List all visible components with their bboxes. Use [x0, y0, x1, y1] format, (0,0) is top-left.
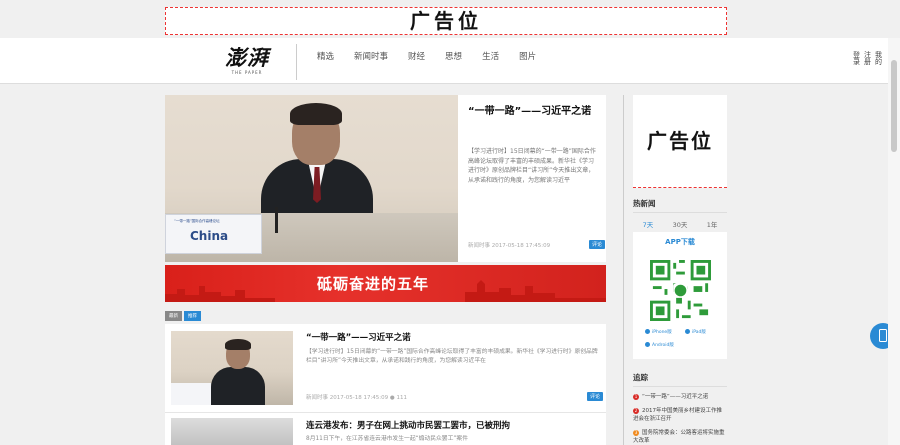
- tab-30days[interactable]: 30天: [673, 219, 688, 229]
- rank-item-text: 国务院常委会：公路客运将实施重大改革: [633, 430, 725, 444]
- qr-code-icon: [650, 260, 711, 321]
- user-links: 登录 注册 我的: [853, 52, 882, 66]
- nav-item-featured[interactable]: 精选: [317, 50, 334, 62]
- tab-1year[interactable]: 1年: [707, 219, 718, 229]
- app-download-box: APP下载 iPhone版 iPad版 Android版: [633, 232, 727, 359]
- nav-item-news[interactable]: 新闻时事: [354, 50, 388, 62]
- tab-7days[interactable]: 7天: [643, 219, 654, 229]
- logo-text: 澎湃: [225, 45, 269, 70]
- list-tabs: 最新 推荐: [165, 311, 201, 321]
- iphone-label: iPhone版: [652, 330, 672, 335]
- thumb-person-hair: [225, 339, 251, 350]
- rank-number-icon: 2: [633, 407, 639, 414]
- hero-person-hair: [290, 103, 342, 125]
- list-item-summary: 8月11日下午，在江苏省连云港市发生一起“煽动民众罢工”案件: [306, 436, 468, 442]
- rank-number-icon: 3: [633, 429, 639, 436]
- nameplate-caption: “一带一路”国际合作高峰论坛: [174, 219, 220, 223]
- nav-item-life[interactable]: 生活: [482, 50, 499, 62]
- ipad-icon: [685, 329, 690, 334]
- hero-summary: 【学习进行时】15日闭幕的“一带一路”国际合作高峰论坛取得了丰富的丰硕成果。新华…: [468, 148, 596, 184]
- list-item-title[interactable]: “一带一路”——习近平之诺: [306, 331, 411, 343]
- android-download-link[interactable]: Android版: [645, 342, 674, 348]
- list-item-title[interactable]: 连云港发布：男子在网上挑动市民罢工罢市，已被刑拘: [306, 419, 510, 431]
- tracking-box: 追踪 1 “一带一路”——习近平之诺 2 2017年中国美丽乡村建设工作推进会在浙江…: [633, 372, 727, 445]
- thumb-nameplate: [171, 383, 211, 405]
- app-download-title: APP下载: [665, 238, 695, 246]
- hero-comment-badge[interactable]: 评论: [589, 240, 606, 249]
- hot-news-box: 热新闻 7天 30天 1年: [633, 198, 727, 233]
- login-link[interactable]: 登录: [853, 52, 860, 66]
- phone-icon: [879, 329, 887, 342]
- sidebar-divider: [623, 95, 624, 445]
- apple-icon: [645, 329, 650, 334]
- android-icon: [645, 342, 650, 347]
- list-item-image[interactable]: [171, 418, 293, 445]
- tracking-title: 追踪: [633, 372, 727, 387]
- hero-image[interactable]: “一带一路”国际合作高峰论坛 China: [165, 95, 458, 262]
- logo-subtitle: THE PAPER: [231, 70, 263, 75]
- promo-banner[interactable]: 砥砺奋进的五年: [165, 265, 606, 302]
- nav-item-finance[interactable]: 财经: [408, 50, 425, 62]
- rank-number-icon: 1: [633, 393, 639, 400]
- rank-item[interactable]: 3 国务院常委会：公路客运将实施重大改革: [633, 429, 727, 445]
- android-label: Android版: [652, 343, 674, 348]
- banner-text: 砥砺奋进的五年: [317, 275, 430, 293]
- site-logo[interactable]: 澎湃 THE PAPER: [221, 46, 273, 78]
- list-item-badge[interactable]: 评论: [587, 392, 604, 401]
- top-ad-banner[interactable]: 广告位: [165, 7, 727, 35]
- hot-news-title: 热新闻: [633, 198, 727, 213]
- iphone-download-link[interactable]: iPhone版: [645, 329, 672, 335]
- ipad-download-link[interactable]: iPad版: [685, 329, 706, 335]
- site-header: 澎湃 THE PAPER 精选 新闻时事 财经 思想 生活 图片 登录 注册 我…: [0, 38, 900, 84]
- nameplate-text: China: [190, 229, 229, 243]
- list-item[interactable]: 连云港发布：男子在网上挑动市民罢工罢市，已被刑拘 8月11日下午，在江苏省连云港…: [165, 413, 606, 445]
- hero-title[interactable]: “一带一路”——习近平之诺: [468, 104, 598, 120]
- rank-item[interactable]: 2 2017年中国美丽乡村建设工作推进会在浙江召开: [633, 407, 727, 423]
- nav-item-photos[interactable]: 图片: [519, 50, 536, 62]
- hero-story[interactable]: “一带一路”国际合作高峰论坛 China “一带一路”——习近平之诺 【学习进行…: [165, 95, 606, 262]
- hero-meta: 新闻时事 2017-05-18 17:45:09: [468, 243, 551, 249]
- list-item-image[interactable]: [171, 331, 293, 405]
- nav-item-thought[interactable]: 思想: [445, 50, 462, 62]
- register-link[interactable]: 注册: [864, 52, 871, 66]
- list-item[interactable]: “一带一路”——习近平之诺 【学习进行时】15日闭幕的“一带一路”国际合作高峰论…: [165, 324, 606, 412]
- hot-news-tabs: 7天 30天 1年: [633, 219, 727, 233]
- microphone: [275, 207, 278, 233]
- rank-item-text: 2017年中国美丽乡村建设工作推进会在浙江召开: [633, 408, 722, 422]
- sidebar-ad[interactable]: 广告位: [633, 95, 727, 188]
- scrollbar-thumb[interactable]: [891, 60, 897, 152]
- news-list: “一带一路”——习近平之诺 【学习进行时】15日闭幕的“一带一路”国际合作高峰论…: [165, 324, 606, 445]
- rank-item[interactable]: 1 “一带一路”——习近平之诺: [633, 393, 727, 401]
- hero-info: “一带一路”——习近平之诺 【学习进行时】15日闭幕的“一带一路”国际合作高峰论…: [458, 95, 606, 262]
- main-nav: 精选 新闻时事 财经 思想 生活 图片: [317, 50, 556, 62]
- tab-latest[interactable]: 最新: [165, 311, 182, 321]
- rank-item-text: “一带一路”——习近平之诺: [642, 394, 709, 400]
- list-item-summary: 【学习进行时】15日闭幕的“一带一路”国际合作高峰论坛取得了丰富的丰硕成果。新华…: [306, 349, 598, 364]
- ipad-label: iPad版: [692, 330, 706, 335]
- nameplate: “一带一路”国际合作高峰论坛 China: [165, 214, 262, 254]
- thumb-person-body: [211, 367, 265, 405]
- my-account-link[interactable]: 我的: [875, 52, 882, 66]
- list-item-meta: 新闻时事 2017-05-18 17:45:09 ● 111: [306, 395, 407, 401]
- header-divider: [296, 44, 297, 80]
- tab-recommended[interactable]: 推荐: [184, 311, 201, 321]
